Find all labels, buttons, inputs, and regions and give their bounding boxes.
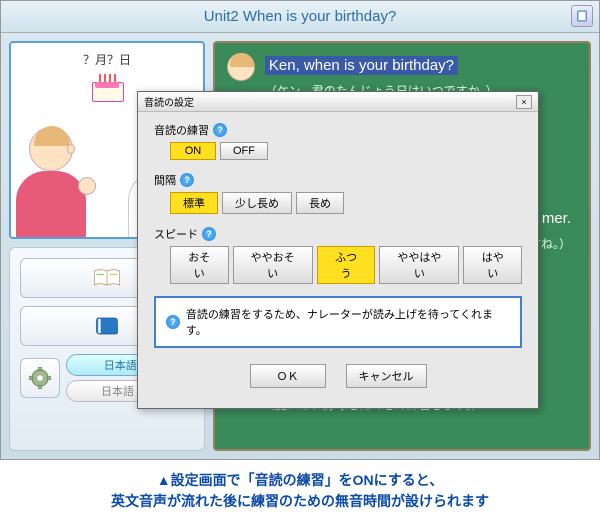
message-1-en: Ken, when is your birthday? (265, 56, 458, 75)
hint-text: 音読の練習をするため、ナレーターが読み上げを待ってくれます。 (186, 306, 510, 338)
caption: ▲設定画面で「音読の練習」をONにすると、 英文音声が流れた後に練習のための無音… (0, 460, 600, 522)
practice-on-button[interactable]: ON (170, 142, 216, 160)
practice-label: 音読の練習 (154, 122, 209, 138)
help-icon[interactable] (571, 5, 593, 27)
date-label: ？月？日 (19, 51, 195, 68)
option-speed: スピード? おそい ややおそい ふつう ややはやい はやい (154, 226, 522, 284)
character-ken (11, 127, 91, 237)
info-icon[interactable]: ? (202, 227, 216, 241)
info-icon[interactable]: ? (180, 173, 194, 187)
info-icon: ? (166, 315, 180, 329)
caption-line-1: ▲設定画面で「音読の練習」をONにすると、 (20, 470, 580, 491)
option-practice: 音読の練習? ON OFF (154, 122, 522, 160)
dialog-titlebar: 音読の設定 × (138, 92, 538, 112)
hint-box: ? 音読の練習をするため、ナレーターが読み上げを待ってくれます。 (154, 296, 522, 348)
speed-slower-button[interactable]: ややおそい (233, 246, 313, 284)
message-2-en: mer. (542, 210, 571, 227)
practice-off-button[interactable]: OFF (220, 142, 268, 160)
interval-longest-button[interactable]: 長め (296, 192, 344, 214)
close-icon[interactable]: × (516, 95, 532, 109)
info-icon[interactable]: ? (213, 123, 227, 137)
option-interval: 間隔? 標準 少し長め 長め (154, 172, 522, 214)
ok-button[interactable]: ＯＫ (250, 364, 326, 388)
speed-fast-button[interactable]: はやい (463, 246, 522, 284)
cancel-button[interactable]: キャンセル (346, 364, 427, 388)
interval-longer-button[interactable]: 少し長め (222, 192, 292, 214)
dialog-title: 音読の設定 (144, 94, 194, 109)
interval-label: 間隔 (154, 172, 176, 188)
cake-icon (87, 72, 127, 102)
app-window: Unit2 When is your birthday? ？月？日 (0, 0, 600, 460)
speed-slow-button[interactable]: おそい (170, 246, 229, 284)
settings-button[interactable] (20, 358, 60, 398)
speed-faster-button[interactable]: ややはやい (379, 246, 459, 284)
speed-label: スピード (154, 226, 198, 242)
avatar-ken (227, 53, 255, 81)
speed-normal-button[interactable]: ふつう (317, 246, 376, 284)
settings-dialog: 音読の設定 × 音読の練習? ON OFF 間隔? 標準 少し長め 長め スピ (137, 91, 539, 409)
page-title: Unit2 When is your birthday? (204, 8, 397, 25)
interval-standard-button[interactable]: 標準 (170, 192, 218, 214)
caption-line-2: 英文音声が流れた後に練習のための無音時間が設けられます (20, 491, 580, 512)
titlebar: Unit2 When is your birthday? (1, 1, 599, 33)
